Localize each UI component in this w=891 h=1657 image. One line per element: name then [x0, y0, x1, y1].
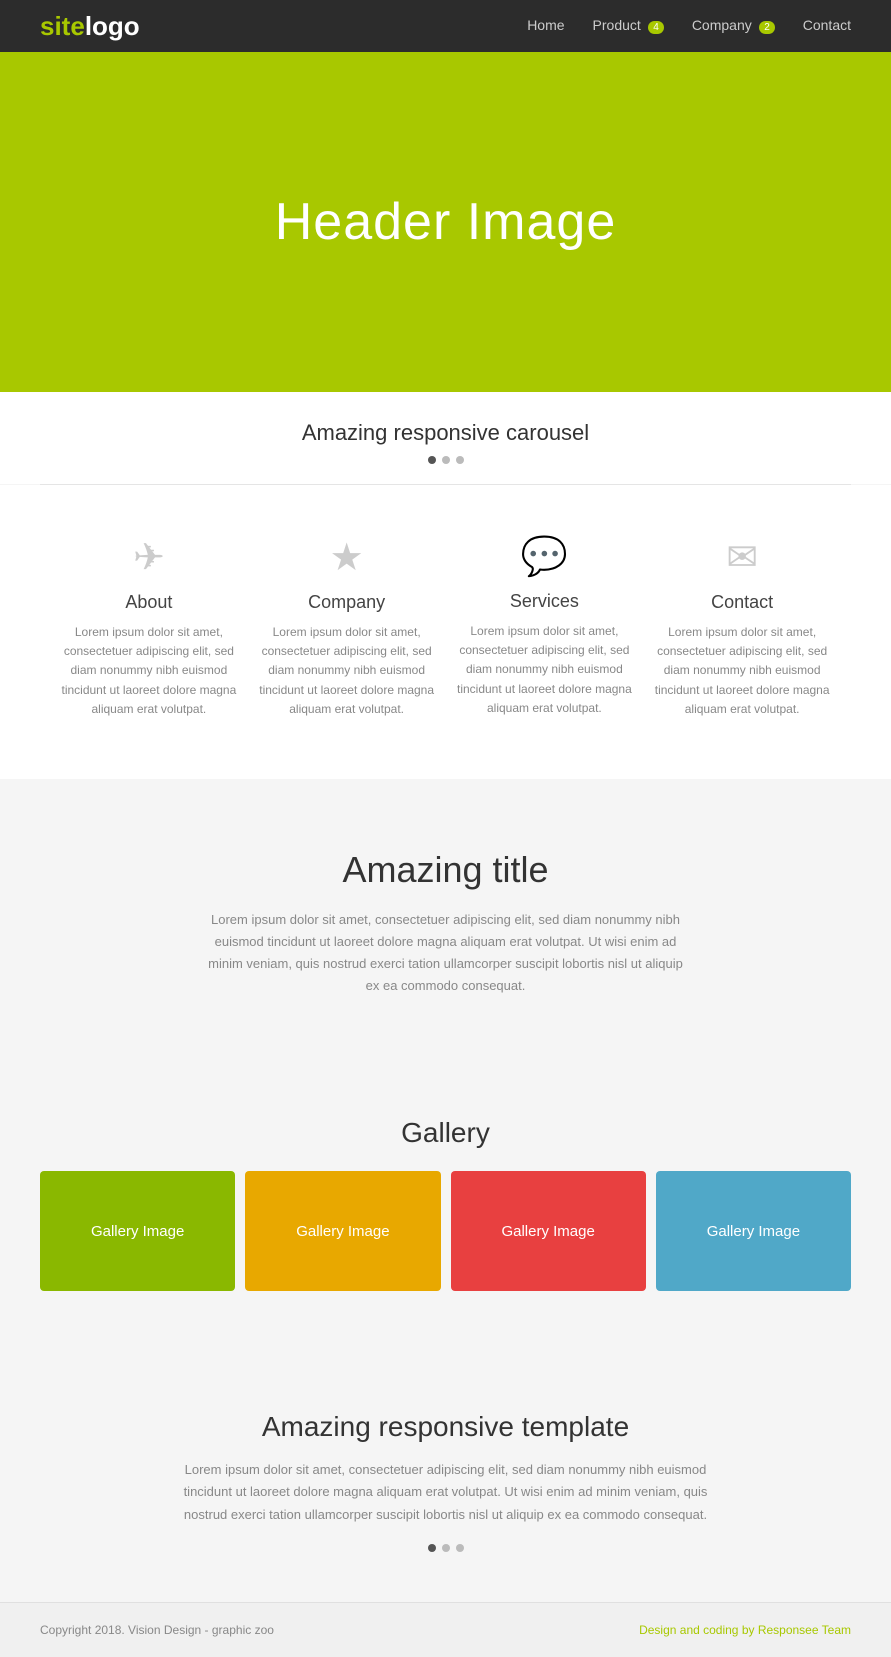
gallery-section: Gallery Gallery Image Gallery Image Gall…	[0, 1067, 891, 1351]
product-badge: 4	[648, 21, 664, 34]
gallery-item-2[interactable]: Gallery Image	[245, 1171, 440, 1291]
footer-credit: Design and coding by Responsee Team	[639, 1623, 851, 1637]
gallery-title: Gallery	[40, 1117, 851, 1149]
feature-services: 💬 Services Lorem ipsum dolor sit amet, c…	[456, 535, 634, 719]
gallery-item-1[interactable]: Gallery Image	[40, 1171, 235, 1291]
about-icon: ✈	[60, 535, 238, 580]
dot-1[interactable]	[428, 456, 436, 464]
gallery-item-3[interactable]: Gallery Image	[451, 1171, 646, 1291]
feature-contact: ✉ Contact Lorem ipsum dolor sit amet, co…	[653, 535, 831, 719]
company-icon: ★	[258, 535, 436, 580]
navbar: sitelogo Home Product 4 Company 2 Contac…	[0, 0, 891, 52]
footer-copyright: Copyright 2018. Vision Design - graphic …	[40, 1623, 274, 1637]
feature-company: ★ Company Lorem ipsum dolor sit amet, co…	[258, 535, 436, 719]
gallery-item-4[interactable]: Gallery Image	[656, 1171, 851, 1291]
feature-about-title: About	[60, 592, 238, 613]
feature-company-title: Company	[258, 592, 436, 613]
template-dots	[180, 1544, 711, 1552]
features-section: ✈ About Lorem ipsum dolor sit amet, cons…	[0, 485, 891, 779]
feature-company-text: Lorem ipsum dolor sit amet, consectetuer…	[258, 623, 436, 719]
nav-link-contact[interactable]: Contact	[803, 17, 851, 33]
feature-contact-title: Contact	[653, 592, 831, 613]
carousel-section: Amazing responsive carousel	[0, 392, 891, 484]
nav-link-home[interactable]: Home	[527, 17, 564, 33]
company-badge: 2	[759, 21, 775, 34]
hero-section: Header Image	[0, 52, 891, 392]
template-title: Amazing responsive template	[180, 1411, 711, 1443]
gallery-label-3: Gallery Image	[501, 1223, 594, 1240]
feature-services-text: Lorem ipsum dolor sit amet, consectetuer…	[456, 622, 634, 718]
nav-link-company[interactable]: Company	[692, 17, 752, 33]
carousel-title: Amazing responsive carousel	[0, 420, 891, 446]
gallery-grid: Gallery Image Gallery Image Gallery Imag…	[40, 1171, 851, 1291]
nav-item-product[interactable]: Product 4	[593, 17, 664, 35]
nav-item-company[interactable]: Company 2	[692, 17, 775, 35]
amazing-title-section: Amazing title Lorem ipsum dolor sit amet…	[0, 779, 891, 1067]
feature-services-title: Services	[456, 591, 634, 612]
amazing-title-text: Lorem ipsum dolor sit amet, consectetuer…	[200, 909, 691, 997]
site-logo: sitelogo	[40, 11, 140, 42]
template-dot-1[interactable]	[428, 1544, 436, 1552]
logo-site: site	[40, 11, 85, 41]
template-section: Amazing responsive template Lorem ipsum …	[0, 1351, 891, 1601]
hero-title: Header Image	[275, 192, 617, 252]
gallery-label-2: Gallery Image	[296, 1223, 389, 1240]
services-icon: 💬	[456, 535, 634, 579]
logo-logo: logo	[85, 11, 140, 41]
contact-icon: ✉	[653, 535, 831, 580]
nav-links: Home Product 4 Company 2 Contact	[527, 17, 851, 35]
amazing-title: Amazing title	[200, 849, 691, 891]
nav-link-product[interactable]: Product	[593, 17, 641, 33]
gallery-label-4: Gallery Image	[707, 1223, 800, 1240]
carousel-dots	[0, 456, 891, 464]
dot-2[interactable]	[442, 456, 450, 464]
nav-item-home[interactable]: Home	[527, 17, 564, 35]
template-text: Lorem ipsum dolor sit amet, consectetuer…	[180, 1459, 711, 1525]
template-dot-3[interactable]	[456, 1544, 464, 1552]
feature-contact-text: Lorem ipsum dolor sit amet, consectetuer…	[653, 623, 831, 719]
dot-3[interactable]	[456, 456, 464, 464]
nav-item-contact[interactable]: Contact	[803, 17, 851, 35]
template-dot-2[interactable]	[442, 1544, 450, 1552]
footer: Copyright 2018. Vision Design - graphic …	[0, 1602, 891, 1657]
feature-about-text: Lorem ipsum dolor sit amet, consectetuer…	[60, 623, 238, 719]
gallery-label-1: Gallery Image	[91, 1223, 184, 1240]
feature-about: ✈ About Lorem ipsum dolor sit amet, cons…	[60, 535, 238, 719]
